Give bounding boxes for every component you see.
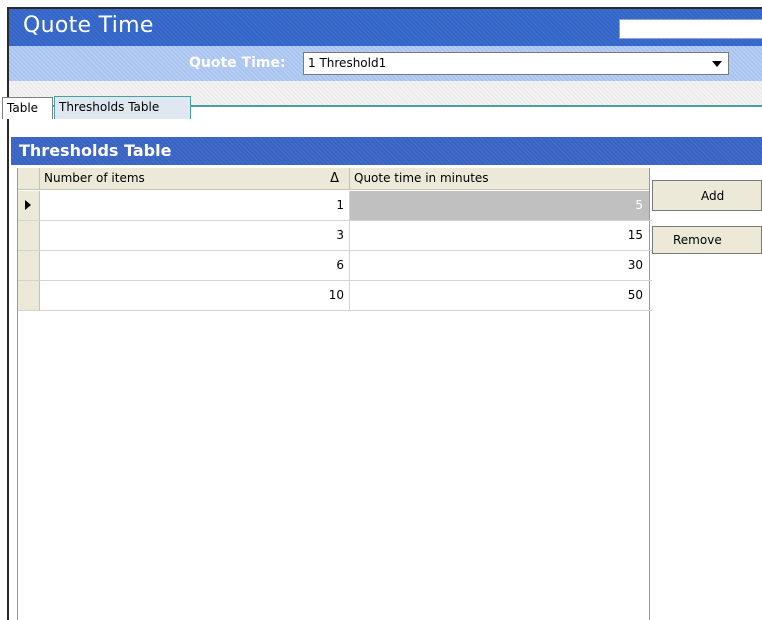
row-selector[interactable] [18, 281, 40, 310]
thresholds-grid: Number of items Δ Quote time in minutes … [17, 168, 652, 620]
add-button-label: Add [701, 189, 725, 203]
cell-number-of-items[interactable]: 3 [40, 221, 350, 250]
add-button[interactable]: Add [652, 180, 762, 211]
quote-time-label: Quote Time: [189, 55, 286, 71]
window-title: Quote Time [23, 13, 154, 38]
column-header-number-of-items[interactable]: Number of items Δ [40, 168, 350, 190]
row-selector-header [18, 168, 40, 190]
title-bar: Quote Time [9, 9, 762, 46]
column-header-quote-time[interactable]: Quote time in minutes [350, 168, 652, 190]
current-row-pointer-icon [25, 200, 31, 210]
cell-number-of-items[interactable]: 10 [40, 281, 350, 310]
cell-quote-time[interactable]: 30 [350, 251, 649, 280]
column-header-number-of-items-label: Number of items [44, 171, 145, 185]
tab-table[interactable]: Table [2, 97, 53, 119]
cell-quote-time[interactable]: 50 [350, 281, 649, 310]
remove-button-label: Remove [673, 233, 722, 247]
selector-bar: Quote Time: 1 Threshold1 [9, 46, 762, 81]
quote-time-selected-value: 1 Threshold1 [308, 56, 387, 70]
remove-button[interactable]: Remove [652, 226, 762, 254]
table-row[interactable]: 3 15 [18, 221, 652, 251]
cell-quote-time[interactable]: 5 [350, 191, 649, 220]
cell-quote-time[interactable]: 15 [350, 221, 649, 250]
chevron-down-icon[interactable] [710, 58, 724, 70]
grid-header: Number of items Δ Quote time in minutes [18, 168, 649, 190]
table-row[interactable]: 10 50 [18, 281, 652, 311]
tab-thresholds-table[interactable]: Thresholds Table [54, 96, 191, 119]
row-selector[interactable] [18, 251, 40, 280]
sort-ascending-icon: Δ [330, 171, 339, 186]
table-row[interactable]: 6 30 [18, 251, 652, 281]
table-row[interactable]: 1 5 [18, 191, 652, 221]
cell-number-of-items[interactable]: 1 [40, 191, 350, 220]
quote-time-dropdown[interactable]: 1 Threshold1 [303, 52, 729, 75]
title-search-box[interactable] [619, 19, 762, 39]
row-selector[interactable] [18, 221, 40, 250]
section-header: Thresholds Table [11, 137, 762, 165]
section-title: Thresholds Table [19, 141, 172, 160]
cell-number-of-items[interactable]: 6 [40, 251, 350, 280]
column-header-quote-time-label: Quote time in minutes [354, 171, 489, 185]
row-selector[interactable] [18, 191, 40, 220]
